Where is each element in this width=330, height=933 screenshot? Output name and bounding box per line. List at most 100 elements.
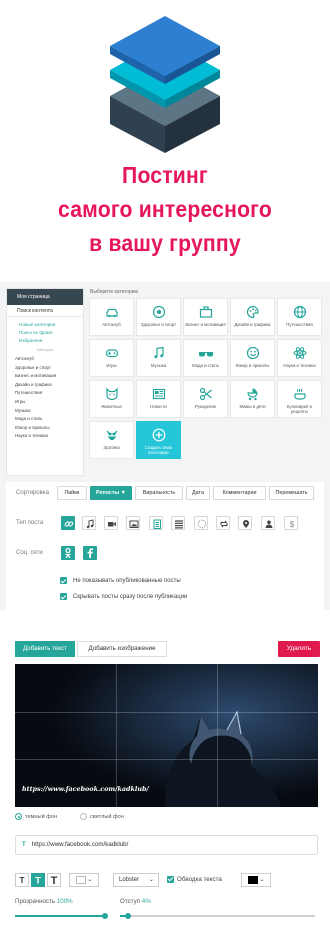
facebook-icon[interactable] bbox=[83, 546, 97, 560]
category-tile-cooking[interactable]: Кулинария и рецепты bbox=[277, 380, 322, 418]
delete-button[interactable]: Удалить bbox=[278, 641, 320, 657]
category-tile-music[interactable]: Музыка bbox=[136, 339, 181, 377]
font-select[interactable]: Lobster ⌄ bbox=[113, 873, 159, 887]
ball-icon bbox=[152, 305, 165, 319]
create-category-tile[interactable]: Создать свою категорию bbox=[136, 421, 181, 459]
sidebar-item-games[interactable]: Игры bbox=[7, 398, 83, 407]
radio-dark-background[interactable]: темный фон bbox=[15, 813, 57, 820]
sort-button-virality[interactable]: Виральность bbox=[135, 486, 183, 500]
globe-icon bbox=[293, 305, 306, 319]
post-type-poll[interactable] bbox=[194, 516, 208, 530]
palette-icon bbox=[246, 305, 259, 319]
car-icon bbox=[105, 308, 118, 318]
newspaper-icon bbox=[152, 388, 165, 400]
sidebar-item-avtoklub[interactable]: Автоклуб bbox=[7, 355, 83, 364]
grid-line bbox=[217, 664, 218, 807]
checkbox-hide-after-publish[interactable]: Скрывать посты сразу после публикации bbox=[60, 593, 187, 600]
post-type-text[interactable] bbox=[149, 516, 163, 530]
checkbox-label: Не показывать опубликованные посты bbox=[73, 578, 181, 585]
post-type-repost[interactable] bbox=[216, 516, 230, 530]
category-tile-fashion[interactable]: Мода и стиль bbox=[183, 339, 228, 377]
sidebar-item-health[interactable]: Здоровье и спорт bbox=[7, 364, 83, 373]
checkbox-hide-published[interactable]: Не показывать опубликованные посты bbox=[60, 577, 181, 584]
post-type-video[interactable] bbox=[104, 516, 118, 530]
opacity-slider-handle[interactable] bbox=[102, 913, 108, 919]
sidebar-item-business[interactable]: Бизнес и мотивация bbox=[7, 372, 83, 381]
padding-slider-handle[interactable] bbox=[124, 913, 131, 919]
post-type-music[interactable] bbox=[82, 516, 96, 530]
sort-button-date[interactable]: Дата bbox=[186, 486, 210, 500]
sidebar-link-favorites[interactable]: Избранное bbox=[7, 337, 83, 345]
sidebar-item-science[interactable]: Наука и техника bbox=[7, 432, 83, 441]
category-tile-news[interactable]: Новости bbox=[136, 380, 181, 418]
category-label: Дизайн и графика bbox=[234, 322, 271, 327]
padding-slider-track[interactable] bbox=[120, 915, 315, 917]
checkbox-checked-icon[interactable] bbox=[167, 875, 174, 883]
category-tile-design[interactable]: Дизайн и графика bbox=[230, 298, 275, 336]
image-icon bbox=[129, 520, 139, 528]
sidebar-link-new-categories[interactable]: Новые категории bbox=[7, 321, 83, 329]
image-canvas[interactable]: https://www.facebook.com/kadklub/ bbox=[15, 664, 318, 807]
opacity-label: Прозрачность 100% bbox=[15, 898, 73, 905]
checkbox-checked-icon[interactable] bbox=[60, 577, 67, 584]
sort-button-shuffle[interactable]: Перемешать bbox=[269, 486, 314, 500]
repost-icon bbox=[220, 520, 228, 528]
sort-button-comments[interactable]: Комментарии bbox=[213, 486, 266, 500]
hero-banner: Постинг самого интересного в вашу группу bbox=[0, 0, 330, 275]
radio-selected-icon[interactable] bbox=[15, 813, 22, 820]
opacity-value: 100% bbox=[56, 898, 73, 905]
chevron-down-icon: ⌄ bbox=[148, 877, 154, 883]
sidebar-item-music[interactable]: Музыка bbox=[7, 407, 83, 416]
checkbox-checked-icon[interactable] bbox=[60, 593, 67, 600]
radio-unselected-icon[interactable] bbox=[80, 813, 87, 820]
radio-light-background[interactable]: светлый фон bbox=[80, 813, 124, 820]
padding-label-text: Отступ bbox=[120, 898, 141, 905]
category-tile-games[interactable]: Игры bbox=[89, 339, 134, 377]
category-tile-travel[interactable]: Путешествия bbox=[277, 298, 322, 336]
category-tile-avtoklub[interactable]: Автоклуб bbox=[89, 298, 134, 336]
sidebar-search[interactable]: Поиск контента bbox=[7, 305, 83, 317]
post-type-list[interactable] bbox=[171, 516, 185, 530]
sidebar-item-travel[interactable]: Путешествия bbox=[7, 389, 83, 398]
odnoklassniki-icon[interactable] bbox=[61, 546, 75, 560]
outline-toggle[interactable]: Обводка текста bbox=[167, 873, 222, 887]
post-type-money[interactable]: $ bbox=[284, 516, 298, 530]
sidebar-link-phrase-search[interactable]: Поиск по фразе bbox=[7, 329, 83, 337]
sidebar-item-design[interactable]: Дизайн и графика bbox=[7, 381, 83, 390]
sidebar-item-humor[interactable]: Юмор и приколы bbox=[7, 424, 83, 433]
category-tile-animals[interactable]: Животные bbox=[89, 380, 134, 418]
sidebar-item-fashion[interactable]: Мода и стиль bbox=[7, 415, 83, 424]
chevron-down-icon: ⌄ bbox=[259, 877, 265, 883]
canvas-caption[interactable]: https://www.facebook.com/kadklub/ bbox=[22, 785, 149, 793]
post-type-link[interactable] bbox=[61, 516, 75, 530]
checkbox-label: Скрывать посты сразу после публикации bbox=[73, 594, 188, 601]
category-tile-business[interactable]: Бизнес и мотивация bbox=[183, 298, 228, 336]
category-tile-moms[interactable]: Мамы и дети bbox=[230, 380, 275, 418]
sidebar-header[interactable]: Моя страница bbox=[7, 289, 83, 305]
post-type-person[interactable] bbox=[261, 516, 275, 530]
social-label: Соц. сети bbox=[16, 550, 43, 556]
category-tile-crafts[interactable]: Рукоделие bbox=[183, 380, 228, 418]
category-tile-health[interactable]: Здоровье и спорт bbox=[136, 298, 181, 336]
category-label: Мода и стиль bbox=[192, 363, 219, 368]
category-tile-humor[interactable]: Юмор и приколы bbox=[230, 339, 275, 377]
sidebar-divider: Категории bbox=[36, 348, 54, 352]
text-small-icon: T bbox=[20, 876, 25, 885]
outline-label: Обводка текста bbox=[177, 876, 222, 883]
text-color-picker[interactable]: ⌄ bbox=[69, 873, 99, 887]
post-type-image[interactable] bbox=[126, 516, 140, 530]
sort-button-reposts[interactable]: Репосты ▼ bbox=[90, 486, 132, 500]
outline-color-picker[interactable]: ⌄ bbox=[241, 873, 271, 887]
category-tile-erotica[interactable]: Эротика bbox=[89, 421, 134, 459]
text-size-medium-button[interactable]: T bbox=[31, 873, 45, 887]
add-text-button[interactable]: Добавить текст bbox=[15, 641, 75, 657]
add-image-button[interactable]: Добавить изображение bbox=[77, 641, 167, 657]
text-size-large-button[interactable]: T bbox=[47, 873, 61, 887]
text-size-small-button[interactable]: T bbox=[15, 873, 29, 887]
sort-button-likes[interactable]: Лайки bbox=[57, 486, 87, 500]
text-input[interactable]: Thttps://www.facebook.com/kadklub/ bbox=[15, 835, 318, 855]
post-type-location[interactable] bbox=[238, 516, 252, 530]
category-tile-science[interactable]: Наука и техника bbox=[277, 339, 322, 377]
grid-line bbox=[15, 712, 318, 713]
font-select-value: Lobster bbox=[119, 877, 140, 883]
